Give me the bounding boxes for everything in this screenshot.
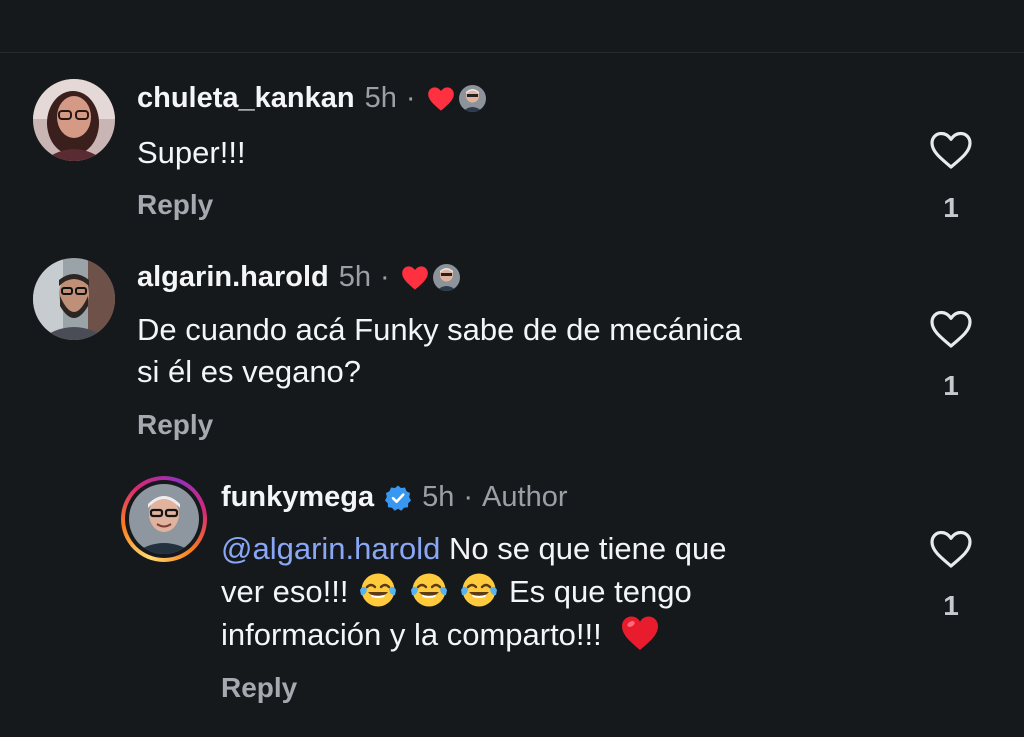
like-heart-icon[interactable] (929, 309, 973, 349)
liked-by-author (427, 85, 486, 112)
comment-text: De cuando acá Funky sabe de de mecánica … (137, 309, 742, 393)
like-heart-icon[interactable] (929, 130, 973, 170)
heart-icon (427, 86, 454, 111)
story-ring-avatar[interactable] (121, 476, 207, 562)
like-count: 1 (943, 192, 959, 223)
author-mini-avatar (458, 85, 486, 112)
reply-text: @algarin.harold No se que tiene que ver … (221, 528, 726, 656)
username[interactable]: algarin.harold (137, 261, 329, 294)
reply-header: funkymega 5h · Author (221, 481, 568, 514)
reply-button[interactable]: Reply (137, 409, 213, 441)
timestamp: 5h (338, 261, 372, 293)
avatar[interactable] (33, 79, 115, 161)
timestamp: 5h (422, 481, 455, 513)
comment-header: chuleta_kankan 5h · (137, 82, 486, 115)
heart-icon (401, 265, 428, 290)
top-divider (0, 52, 1024, 53)
separator: · (463, 481, 474, 513)
comment-text: Super!!! (137, 135, 246, 170)
separator: · (405, 82, 416, 114)
author-label: Author (482, 481, 568, 513)
red-heart-icon (622, 616, 659, 650)
username[interactable]: chuleta_kankan (137, 82, 355, 115)
text-fragment: No se que tiene que (448, 531, 727, 566)
timestamp: 5h (364, 82, 397, 114)
reply-text-line: información y la comparto!!! (221, 613, 726, 656)
mention-link[interactable]: @algarin.harold (221, 531, 440, 566)
reply-text-line: @algarin.harold No se que tiene que (221, 528, 726, 570)
like-count: 1 (943, 370, 959, 401)
avatar[interactable] (33, 258, 115, 340)
username[interactable]: funkymega (221, 481, 374, 514)
like-count: 1 (943, 590, 959, 621)
face-with-tears-of-joy-icon (461, 573, 498, 607)
verified-badge-icon (385, 485, 412, 511)
text-fragment: información y la comparto!!! (221, 617, 602, 652)
liked-by-author (401, 264, 460, 291)
face-with-tears-of-joy-icon (410, 573, 447, 607)
author-mini-avatar (432, 264, 460, 291)
reply-button[interactable]: Reply (221, 672, 297, 704)
reply-button[interactable]: Reply (137, 189, 213, 221)
like-heart-icon[interactable] (929, 529, 973, 569)
comment-text-line: si él es vegano? (137, 354, 362, 389)
face-with-tears-of-joy-icon (360, 573, 397, 607)
comment-text-line: De cuando acá Funky sabe de de mecánica (137, 312, 742, 347)
text-fragment: Es que tengo (509, 574, 692, 609)
comment-header: algarin.harold 5h · (137, 261, 460, 294)
reply-text-line: ver eso!!! Es que tengo (221, 570, 726, 613)
separator: · (380, 261, 390, 293)
text-fragment: ver eso!!! (221, 574, 349, 609)
